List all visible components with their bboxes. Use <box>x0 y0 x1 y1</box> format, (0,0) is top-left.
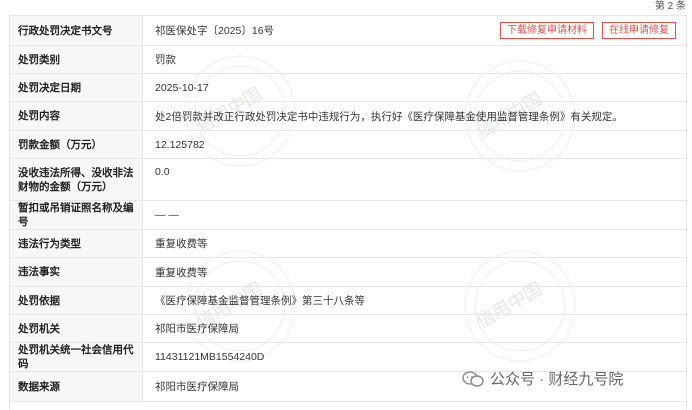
wechat-icon <box>462 370 484 387</box>
row-label: 行政处罚决定书文号 <box>10 16 143 45</box>
table-row: 处罚类别 罚款 <box>10 46 686 74</box>
row-label: 处罚依据 <box>10 287 143 314</box>
row-value: 12.125782 <box>155 138 205 151</box>
table-row: 违法行为类型 重复收费等 <box>10 230 686 258</box>
record-counter: 第 2 条 <box>654 1 686 12</box>
row-label: 处罚机关 <box>10 315 143 342</box>
download-repair-materials-button[interactable]: 下载修复申请材料 <box>500 22 594 39</box>
row-value: 祁阳市医疗保障局 <box>155 323 239 335</box>
table-row: 违法事实 重复收费等 <box>10 258 686 287</box>
wechat-account-watermark: 公众号 · 财经九号院 <box>462 368 623 389</box>
row-value: 0.0 <box>155 166 170 178</box>
table-row: 罚款金额（万元） 12.125782 <box>10 131 686 159</box>
table-row: 处罚机关 祁阳市医疗保障局 <box>10 315 686 343</box>
row-value: 祁医保处字〔2025〕16号 下载修复申请材料 在线申请修复 <box>143 16 686 45</box>
row-value: 重复收费等 <box>155 238 208 250</box>
table-row: 处罚依据 《医疗保障基金监督管理条例》第三十八条等 <box>10 287 686 315</box>
row-label: 罚款金额（万元） <box>10 131 143 158</box>
row-label: 数据来源 <box>10 372 143 401</box>
penalty-detail-table: 信用中国 信用中国 信用中国 信用中国 行政处罚决定书文号 祁医保处字〔2025… <box>9 15 687 410</box>
row-value: 《医疗保障基金监督管理条例》第三十八条等 <box>155 295 365 307</box>
online-repair-apply-button[interactable]: 在线申请修复 <box>602 22 676 39</box>
row-label: 违法事实 <box>10 258 143 286</box>
row-value: — — <box>155 209 179 221</box>
row-label: 没收违法所得、没收非法财物的金额（万元） <box>10 159 143 200</box>
wechat-account-text: 公众号 · 财经九号院 <box>490 371 624 388</box>
row-label: 处罚内容 <box>10 102 143 130</box>
row-value: 重复收费等 <box>155 266 208 279</box>
row-value: 罚款 <box>155 54 176 66</box>
table-row: 行政处罚决定书文号 祁医保处字〔2025〕16号 下载修复申请材料 在线申请修复 <box>10 16 686 46</box>
row-value: 11431121MB1554240D <box>155 351 265 363</box>
row-label: 处罚决定日期 <box>10 74 143 101</box>
row-label: 违法行为类型 <box>10 230 143 257</box>
decision-number-value: 祁医保处字〔2025〕16号 <box>155 25 275 37</box>
row-label: 处罚类别 <box>10 46 143 73</box>
table-row: 暂扣或吊销证照名称及编号 — — <box>10 201 686 230</box>
table-row: 处罚内容 处2倍罚款并改正行政处罚决定书中违规行为，执行好《医疗保障基金使用监督… <box>10 102 686 131</box>
table-row: 没收违法所得、没收非法财物的金额（万元） 0.0 <box>10 159 686 201</box>
table-row: 处罚决定日期 2025-10-17 <box>10 74 686 102</box>
row-value: 2025-10-17 <box>155 81 209 94</box>
row-value: 处2倍罚款并改正行政处罚决定书中违规行为，执行好《医疗保障基金使用监督管理条例》… <box>155 110 623 123</box>
row-label: 处罚机关统一社会信用代码 <box>10 343 143 371</box>
row-label: 暂扣或吊销证照名称及编号 <box>10 201 143 229</box>
